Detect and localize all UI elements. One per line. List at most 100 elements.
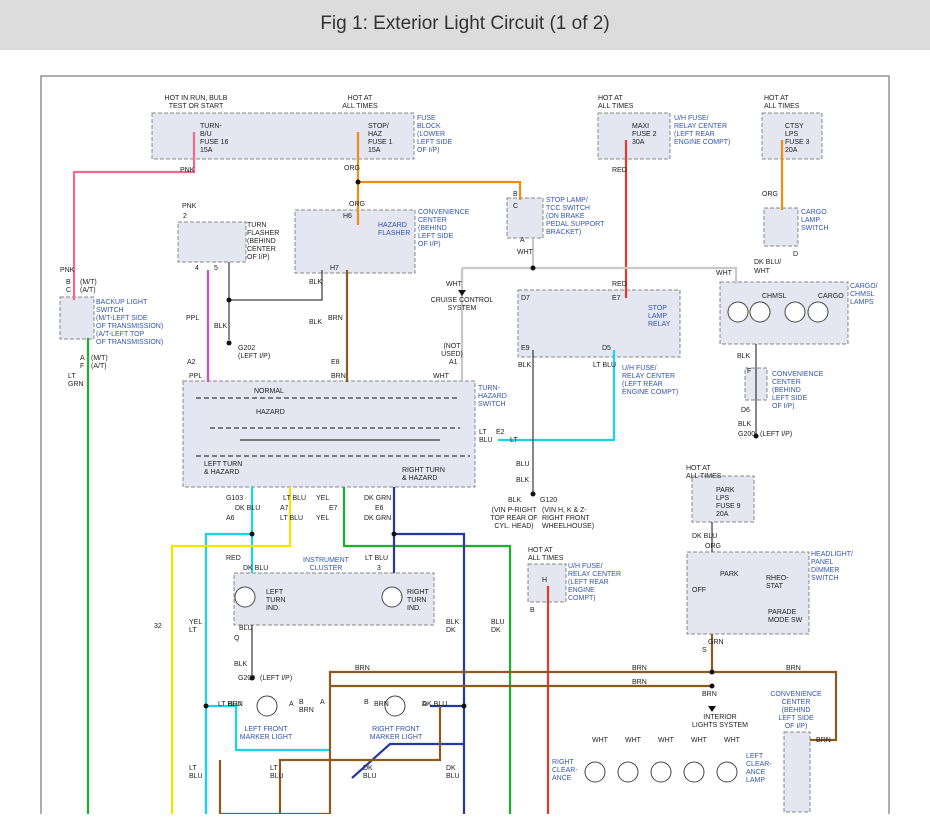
wire-label-w22: DK BLU/ — [754, 259, 781, 266]
label-hot-all-times-park: HOT AT — [686, 465, 711, 472]
label-g103-label: RIGHT FRONT — [542, 515, 590, 522]
wire-label-w89: DK — [446, 627, 456, 634]
label-convenience-center-bottom: OF I/P) — [785, 723, 808, 730]
wire-label-w95: BRN — [632, 665, 647, 672]
label-headlight-switch: SWITCH — [811, 575, 839, 582]
chmsl-lamp-1 — [727, 301, 749, 323]
wire-label-w58: BLU — [516, 461, 530, 468]
label-interior-lights: LIGHTS SYSTEM — [692, 722, 748, 729]
chmsl-lamp-2 — [749, 301, 771, 323]
label-hazard-flasher: HAZARD — [378, 222, 407, 229]
label-uh-relay-center-low: COMPT) — [568, 595, 596, 602]
label-g120-label: CYL. HEAD) — [494, 523, 533, 530]
label-turn-flasher: CENTER — [247, 246, 276, 253]
wire-label-w18: WHT — [446, 281, 463, 288]
label-uh-relay-center-top: ENGINE COMPT) — [674, 139, 730, 146]
ground-symbol — [530, 491, 536, 497]
wire-label-w120: WHT — [658, 737, 675, 744]
clearance-lamp-1 — [584, 761, 606, 783]
label-chmsl: CHMSL — [762, 293, 787, 300]
wire-label-w1: PNK — [180, 167, 195, 174]
label-turn-hazard-switch: SWITCH — [478, 401, 506, 408]
label-hot-all-times: ALL TIMES — [342, 103, 378, 110]
clearance-lamp-2 — [617, 761, 639, 783]
label-left-ip-right: (LEFT I/P) — [760, 431, 792, 438]
junction-dot — [709, 683, 715, 689]
wire-label-w114: DK — [363, 765, 373, 772]
label-cargo-chmsl-lamps: LAMPS — [850, 299, 874, 306]
label-right-turn-hazard: & HAZARD — [402, 475, 437, 482]
junction-dot — [391, 531, 397, 537]
junction-dot — [226, 297, 232, 303]
label-left-clearance: ANCE — [746, 769, 766, 776]
wire-label-w51: BLK — [737, 353, 751, 360]
label-uh-relay-center-low: ENGINE — [568, 587, 595, 594]
wire-label-w32: PPL — [186, 315, 199, 322]
wire-brown-right — [712, 670, 838, 742]
label-backup-switch: (M/T-LEFT SIDE — [96, 315, 148, 322]
label-stop-lamp-relay: LAMP — [648, 313, 667, 320]
convenience-center-bottom-box — [783, 731, 811, 813]
wiring-diagram: HOT IN RUN, BULB TEST OR START HOT AT ALL T… — [0, 50, 930, 819]
wire-label-w73: DK GRN — [364, 515, 391, 522]
label-parade-mode: MODE SW — [768, 617, 803, 624]
label-ctsy-fuse: FUSE 3 — [785, 139, 810, 146]
right-turn-ind-lamp — [381, 586, 403, 608]
wire-label-w61: G120 — [540, 497, 557, 504]
wire-label-w86: Q — [234, 635, 240, 642]
wire-label-w14: B — [513, 191, 518, 198]
wire-label-w101: A — [289, 701, 294, 708]
label-not-used: USED) — [441, 351, 463, 358]
label-hot-run-bulb: TEST OR START — [169, 103, 224, 110]
label-g200-right: G200 — [738, 431, 755, 438]
label-turn-fuse: FUSE 16 — [200, 139, 229, 146]
wire-label-w100: LT BLU — [218, 701, 241, 708]
wire-label-w39: (M/T) — [91, 355, 108, 362]
label-stop-lamp-switch: (ON BRAKE — [546, 213, 585, 220]
wire-label-w111: BLU — [189, 773, 203, 780]
label-left-turn-ind: TURN — [266, 597, 285, 604]
interior-arrow — [708, 706, 716, 712]
clearance-lamp-4 — [683, 761, 705, 783]
label-right-turn-ind: IND. — [407, 605, 421, 612]
label-fuse-block: LEFT SIDE — [417, 139, 453, 146]
wire-label-w71: LT BLU — [280, 515, 303, 522]
label-interior-lights: INTERIOR — [703, 714, 736, 721]
wire-label-w42: LT — [68, 373, 76, 380]
label-convenience-center-right: LEFT SIDE — [772, 395, 808, 402]
wire-label-w48: A1 — [449, 359, 458, 366]
wire-label-w53: BLK — [738, 421, 752, 428]
label-left-front-marker: MARKER LIGHT — [240, 734, 293, 741]
wire-label-w70: A6 — [226, 515, 235, 522]
label-g202: (LEFT I/P) — [238, 353, 270, 360]
label-hot-all-times-park: ALL TIMES — [686, 473, 722, 480]
label-convenience-center-bottom: CENTER — [782, 699, 811, 706]
wire-label-w3: ORG — [349, 201, 365, 208]
label-turn-hazard-switch: TURN- — [478, 385, 500, 392]
label-uh-relay-center-mid: ENGINE COMPT) — [622, 389, 678, 396]
wire-label-w96: BRN — [786, 665, 801, 672]
label-parade-mode: PARADE — [768, 609, 797, 616]
label-maxi-fuse: FUSE 2 — [632, 131, 657, 138]
label-stop-fuse: HAZ — [368, 131, 383, 138]
wire-label-w87: BLK — [234, 661, 248, 668]
clearance-lamp-5 — [716, 761, 738, 783]
wire-label-w67: A7 — [280, 505, 289, 512]
label-convenience-center-bottom: CONVENIENCE — [770, 691, 822, 698]
label-uh-relay-center-top: U/H FUSE/ — [674, 115, 709, 122]
wire-label-w79: LT BLU — [365, 555, 388, 562]
label-ctsy-fuse: LPS — [785, 131, 799, 138]
wire-label-w8: B — [66, 279, 71, 286]
label-right-turn-hazard: RIGHT TURN — [402, 467, 445, 474]
label-turn-fuse: B/U — [200, 131, 212, 138]
label-uh-relay-center-top: (LEFT REAR — [674, 131, 715, 138]
wiring-diagram-svg: HOT IN RUN, BULBTEST OR STARTHOT ATALL T… — [40, 75, 890, 819]
label-left-ip-left: (LEFT I/P) — [260, 675, 292, 682]
wire-label-w77: B — [530, 607, 535, 614]
wire-label-w15: C — [513, 203, 518, 210]
label-maxi-fuse: MAXI — [632, 123, 649, 130]
wire-label-w56: E2 — [496, 429, 505, 436]
wire-label-w43: GRN — [68, 381, 84, 388]
label-right-clearance: RIGHT — [552, 759, 575, 766]
wire-label-w13: H6 — [343, 213, 352, 220]
